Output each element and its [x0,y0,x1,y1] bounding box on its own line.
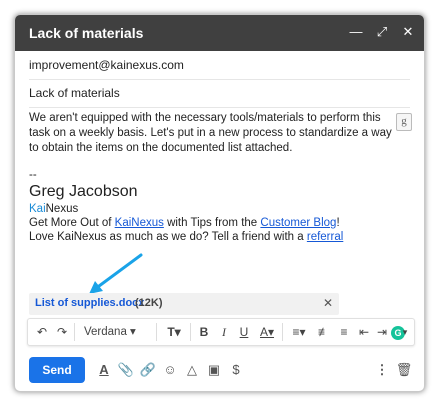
annotation-arrow-icon [89,253,143,294]
customer-blog-link[interactable]: Customer Blog [260,217,336,229]
drive-icon[interactable]: △ [183,361,201,379]
font-size-icon[interactable]: T▾ [162,323,186,341]
attachment-name[interactable]: List of supplies.docx [35,297,144,309]
attachment-size: (12K) [135,297,163,309]
indent-more-icon[interactable]: ⇥ [374,323,390,341]
formatting-options-icon[interactable]: A [95,361,113,379]
expand-icon[interactable]: ⤢ [374,24,390,40]
body-text: We aren't equipped with the necessary to… [29,112,392,154]
discard-draft-icon[interactable]: 🗑 [395,361,413,379]
insert-link-icon[interactable]: 🔗 [139,361,157,379]
referral-link[interactable]: referral [307,231,343,243]
line2-prefix: Love KaiNexus as much as we do? Tell a f… [29,231,307,243]
dollar-icon[interactable]: $ [227,361,245,379]
compose-window: Lack of materials — ⤢ ✕ improvement@kain… [14,14,425,392]
attachment-chip[interactable]: List of supplies.docx (12K) ✕ [29,293,339,315]
line1-prefix: Get More Out of [29,217,115,229]
signature-name: Greg Jacobson [29,183,138,200]
signature-dash: -- [29,169,37,181]
font-name: Verdana [84,326,127,338]
subject-text: Lack of materials [29,86,120,100]
signature-line-2: Love KaiNexus as much as we do? Tell a f… [29,230,343,244]
grammarly-g-icon[interactable]: g [396,113,412,131]
formatting-toolbar: ↶ ↷ Verdana ▾ T▾ B I U A▾ ≡▾ ≢ ≡ ⇤ ⇥ G ▾ [27,318,415,346]
bulleted-list-icon[interactable]: ≡ [336,323,352,341]
underline-icon[interactable]: U [236,323,252,341]
to-field[interactable]: improvement@kainexus.com [29,51,410,80]
minimize-icon[interactable]: — [348,24,364,40]
insert-photo-icon[interactable]: ▣ [205,361,223,379]
signature: -- Greg Jacobson KaiNexus Get More Out o… [29,169,343,244]
compose-titlebar[interactable]: Lack of materials — ⤢ ✕ [15,15,424,51]
send-button[interactable]: Send [29,357,85,383]
subject-field[interactable]: Lack of materials [29,79,410,108]
remove-attachment-icon[interactable]: ✕ [323,296,333,310]
indent-less-icon[interactable]: ⇤ [356,323,372,341]
numbered-list-icon[interactable]: ≢ [316,323,332,341]
undo-icon[interactable]: ↶ [34,323,50,341]
text-color-icon[interactable]: A▾ [256,323,278,341]
font-select[interactable]: Verdana ▾ [80,323,156,341]
line1-mid: with Tips from the [163,217,261,229]
emoji-icon[interactable]: ☺ [161,361,179,379]
line1-suffix: ! [336,217,340,229]
signature-brand: KaiNexus [29,202,343,216]
compose-bottombar: Send A 📎 🔗 ☺ △ ▣ $ ⋮ 🗑 [15,351,424,391]
close-icon[interactable]: ✕ [400,24,416,40]
brand-nexus: Nexus [45,203,79,215]
kainexus-link[interactable]: KaiNexus [115,217,164,229]
italic-icon[interactable]: I [216,323,232,341]
brand-kai: Kai [29,203,46,215]
more-options-icon[interactable]: ⋮ [373,361,391,379]
align-icon[interactable]: ≡▾ [288,323,310,341]
redo-icon[interactable]: ↷ [54,323,70,341]
to-recipient: improvement@kainexus.com [29,58,184,72]
attach-file-icon[interactable]: 📎 [117,361,135,379]
more-formatting-icon[interactable]: ▾ [400,323,410,341]
compose-title: Lack of materials [29,25,144,41]
signature-line-1: Get More Out of KaiNexus with Tips from … [29,216,343,230]
bold-icon[interactable]: B [196,323,212,341]
message-body[interactable]: We aren't equipped with the necessary to… [29,111,412,156]
